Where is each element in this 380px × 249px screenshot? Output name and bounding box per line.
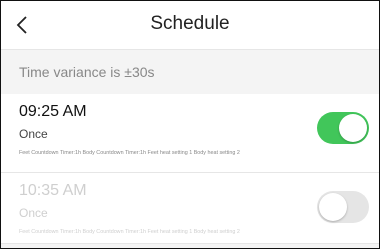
page-title: Schedule	[150, 13, 230, 34]
schedule-details: Feet Countdown Timer:1h Body Countdown T…	[19, 150, 240, 156]
toggle-knob	[339, 114, 367, 142]
schedule-item[interactable]: 09:25 AM Once Feet Countdown Timer:1h Bo…	[1, 94, 379, 173]
footer-gap	[1, 244, 379, 248]
time-variance-label: Time variance is ±30s	[1, 50, 379, 94]
schedule-time: 10:35 AM	[19, 182, 87, 199]
header: Schedule	[1, 1, 379, 50]
schedule-screen: Schedule Time variance is ±30s 09:25 AM …	[0, 0, 380, 249]
schedule-toggle[interactable]	[317, 112, 369, 144]
schedule-repeat: Once	[19, 127, 48, 141]
toggle-knob	[319, 193, 347, 221]
schedule-time: 09:25 AM	[19, 103, 87, 120]
schedule-toggle[interactable]	[317, 191, 369, 223]
schedule-details: Feet Countdown Timer:1h Body Countdown T…	[19, 229, 240, 235]
schedule-item[interactable]: 10:35 AM Once Feet Countdown Timer:1h Bo…	[1, 173, 379, 244]
schedule-repeat: Once	[19, 206, 48, 220]
